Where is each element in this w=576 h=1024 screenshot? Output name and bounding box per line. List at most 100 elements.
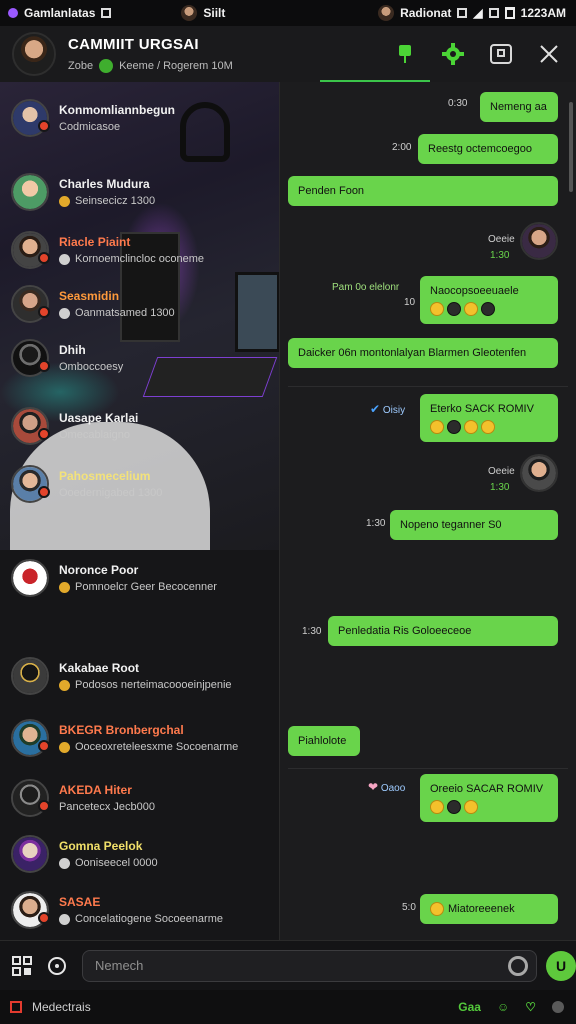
window-icon[interactable] — [488, 41, 514, 67]
send-button[interactable]: U — [546, 950, 576, 981]
timer-icon[interactable] — [44, 953, 70, 979]
contact-item[interactable]: Dhih Omboccoesy — [0, 332, 279, 384]
message-bubble[interactable]: Miatoreeenek — [420, 894, 558, 924]
bottom-bar-right: Gaa ☺ ♡ — [458, 1000, 576, 1014]
contact-status: Ooedernigabed 1300 — [59, 487, 162, 499]
emoji-icon — [464, 420, 478, 434]
contact-item[interactable]: Pahosmecelium Ooedernigabed 1300 — [0, 458, 279, 510]
emoji-picker-icon[interactable] — [508, 955, 528, 976]
more-icon[interactable] — [552, 1001, 564, 1013]
unread-badge-icon — [38, 428, 50, 440]
contacts-sidebar[interactable]: Konmomliannbegun Codmicasoe Charles Mudu… — [0, 82, 280, 940]
message-text: Oreeio SACAR ROMIV — [430, 783, 544, 795]
message-sender-text: Oaoo — [380, 783, 406, 794]
message-input[interactable] — [83, 950, 508, 981]
subtitle-right: Keeme / Rogerem 10M — [119, 59, 233, 72]
status-bar-center: Siilt — [181, 5, 225, 21]
message-sender: Oeeie — [488, 466, 515, 477]
message-scrollbar[interactable] — [569, 102, 573, 192]
contact-status-text: Omecablaigno — [59, 429, 130, 441]
contact-name: Gomna Peelok — [59, 839, 143, 853]
message-bubble[interactable]: Naocopsoeeuaele — [420, 276, 558, 324]
message-divider — [288, 386, 568, 387]
header-titles: CAMMIIT URGSAI Zobe Keeme / Rogerem 10M — [68, 36, 233, 73]
close-icon[interactable] — [536, 41, 562, 67]
avatar-face — [13, 659, 47, 693]
status-emoji-icon — [99, 58, 114, 73]
status-center-label: Siilt — [203, 6, 226, 20]
message-bubble[interactable]: Piahlolote — [288, 726, 360, 756]
contact-item[interactable]: BKEGR Bronbergchal Ooceoxreteleesxme Soc… — [0, 712, 279, 764]
message-bubble[interactable]: Daicker 06n montonlalyan Blarmen Gleoten… — [288, 338, 558, 368]
message-time: 1:30 — [490, 250, 510, 261]
contact-status-text: Ooedernigabed 1300 — [59, 487, 163, 499]
settings-icon[interactable] — [440, 41, 466, 67]
battery-icon — [504, 7, 515, 19]
status-emoji-icon — [59, 857, 70, 869]
contact-status: Ooniseecel 0000 — [59, 857, 158, 869]
contact-item[interactable]: Seasmidin Oanmatsamed 1300 — [0, 278, 279, 330]
verified-check-icon: ✔ — [370, 402, 381, 416]
bot-icon[interactable]: ☺ — [497, 1000, 509, 1014]
contact-avatar — [11, 173, 49, 211]
status-right-label: Radionat — [400, 6, 452, 20]
contact-status: Pancetecx Jecb000 — [59, 801, 155, 813]
contact-item[interactable]: Noronce Poor Pomnoelcr Geer Becocenner — [0, 552, 279, 604]
contact-name: Pahosmecelium — [59, 469, 151, 483]
contact-name: AKEDA Hiter — [59, 783, 132, 797]
emoji-icon — [430, 902, 444, 916]
status-emoji-icon — [59, 913, 70, 925]
emoji-icon — [464, 302, 478, 316]
contact-name: Kakabae Root — [59, 661, 140, 675]
group-avatar[interactable] — [12, 32, 56, 76]
message-bubble[interactable]: Reestg octemcoegoo — [418, 134, 558, 164]
heart-outline-icon[interactable]: ♡ — [525, 1000, 536, 1014]
message-bubble[interactable]: Penledatia Ris Goloeeceoe — [328, 616, 558, 646]
status-bar: Gamlanlatas Siilt Radionat ◢ 1223AM — [0, 0, 576, 26]
contact-item[interactable]: Charles Mudura Seinsecicz 1300 — [0, 166, 279, 218]
emoji-icon — [481, 420, 495, 434]
message-list[interactable]: 0:30 Nemeng aa 2:00 Reestg octemcoegoo P… — [280, 82, 576, 940]
contact-status-text: Podosos nerteimacoooeinjpenie — [75, 679, 232, 691]
contact-name: BKEGR Bronbergchal — [59, 723, 184, 737]
contact-item[interactable]: AKEDA Hiter Pancetecx Jecb000 — [0, 772, 279, 824]
avatar-face — [522, 456, 556, 490]
pin-icon[interactable] — [392, 41, 418, 67]
attach-icon[interactable] — [9, 953, 35, 979]
message-bubble[interactable]: Oreeio SACAR ROMIV — [420, 774, 558, 822]
message-emojis — [430, 420, 548, 434]
app-root: Gamlanlatas Siilt Radionat ◢ 1223AM CAMM… — [0, 0, 576, 1024]
contact-item[interactable]: Uasape Karlai Omecablaigno — [0, 400, 279, 452]
unread-badge-icon — [38, 740, 50, 752]
avatar-face — [522, 224, 556, 258]
status-clock: 1223AM — [520, 6, 566, 20]
contact-item[interactable]: Konmomliannbegun Codmicasoe — [0, 92, 279, 144]
contact-status-text: Pomnoelcr Geer Becocenner — [75, 581, 217, 593]
contact-name: Noronce Poor — [59, 563, 139, 577]
message-avatar[interactable] — [520, 222, 558, 260]
message-bubble[interactable]: Nemeng aa — [480, 92, 558, 122]
message-bubble[interactable]: Nopeno teganner S0 — [390, 510, 558, 540]
avatar-face — [13, 837, 47, 871]
record-icon[interactable] — [10, 1001, 22, 1013]
header-actions — [392, 41, 576, 67]
contact-item[interactable]: Gomna Peelok Ooniseecel 0000 — [0, 828, 279, 880]
vibrate-icon — [488, 8, 499, 18]
avatar-face — [13, 561, 47, 595]
contact-text: BKEGR Bronbergchal Ooceoxreteleesxme Soc… — [59, 723, 238, 753]
heart-icon: ❤ — [368, 780, 379, 794]
contact-item[interactable]: SASAE Concelatiogene Socoeenarme — [0, 884, 279, 936]
bottom-right-label[interactable]: Gaa — [458, 1000, 481, 1014]
unread-badge-icon — [38, 120, 50, 132]
contact-item[interactable]: Kakabae Root Podosos nerteimacoooeinjpen… — [0, 650, 279, 702]
message-bubble[interactable]: Penden Foon — [288, 176, 558, 206]
contact-status: Kornoemclincloc oconeme — [59, 253, 204, 265]
contact-text: Konmomliannbegun Codmicasoe — [59, 103, 175, 133]
contact-name: Charles Mudura — [59, 177, 150, 191]
message-composer: U — [0, 940, 576, 990]
notification-icon — [457, 8, 468, 18]
message-bubble[interactable]: Eterko SACK ROMIV — [420, 394, 558, 442]
contact-item[interactable]: Riacle Piaint Kornoemclincloc oconeme — [0, 224, 279, 276]
message-avatar[interactable] — [520, 454, 558, 492]
message-emojis — [430, 302, 548, 316]
